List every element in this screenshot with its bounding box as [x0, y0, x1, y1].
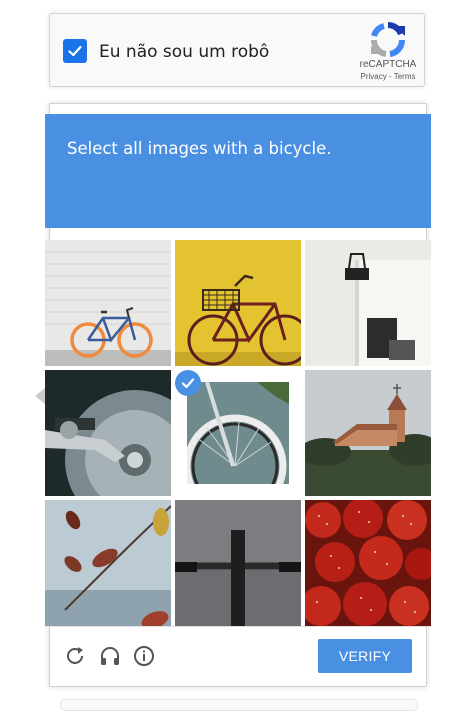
- selected-check-icon: [175, 370, 201, 396]
- image-tile-2[interactable]: [175, 240, 301, 366]
- image-tile-4[interactable]: [45, 370, 171, 496]
- image-tile-9[interactable]: [305, 500, 431, 626]
- bicycle-wheel-photo: [187, 382, 289, 484]
- verify-button[interactable]: VERIFY: [318, 639, 412, 673]
- image-grid: [45, 240, 431, 626]
- bicycle-photo: [175, 240, 301, 366]
- recaptcha-anchor: Eu não sou um robô reCAPTCHA Privacy - T…: [49, 13, 425, 87]
- image-tile-3[interactable]: [305, 240, 431, 366]
- selected-tile-image: [187, 382, 289, 484]
- leaves-photo: [45, 500, 171, 626]
- hard-drive-photo: [45, 370, 171, 496]
- bicycle-photo: [45, 240, 171, 366]
- recaptcha-logo-icon: [370, 22, 406, 57]
- check-icon: [68, 45, 82, 57]
- headphones-icon[interactable]: [99, 645, 121, 667]
- bottom-frame-edge: [60, 699, 418, 711]
- handlebar-photo: [175, 500, 301, 626]
- footer-divider: [45, 626, 431, 627]
- strawberries-photo: [305, 500, 431, 626]
- church-photo: [305, 370, 431, 496]
- checkbox-label: Eu não sou um robô: [99, 42, 270, 62]
- image-tile-6[interactable]: [305, 370, 431, 496]
- book-clip-photo: [305, 240, 431, 366]
- image-tile-8[interactable]: [175, 500, 301, 626]
- info-icon[interactable]: [133, 645, 155, 667]
- image-tile-5[interactable]: [175, 370, 301, 496]
- reload-icon[interactable]: [64, 645, 86, 667]
- privacy-terms-links[interactable]: Privacy - Terms: [352, 72, 424, 81]
- frame-pointer: [35, 388, 45, 404]
- image-tile-1[interactable]: [45, 240, 171, 366]
- challenge-instruction: Select all images with a bicycle.: [67, 139, 332, 158]
- recaptcha-brand: reCAPTCHA: [359, 59, 417, 70]
- image-tile-7[interactable]: [45, 500, 171, 626]
- challenge-header: Select all images with a bicycle.: [45, 114, 431, 228]
- not-robot-checkbox[interactable]: [63, 39, 87, 63]
